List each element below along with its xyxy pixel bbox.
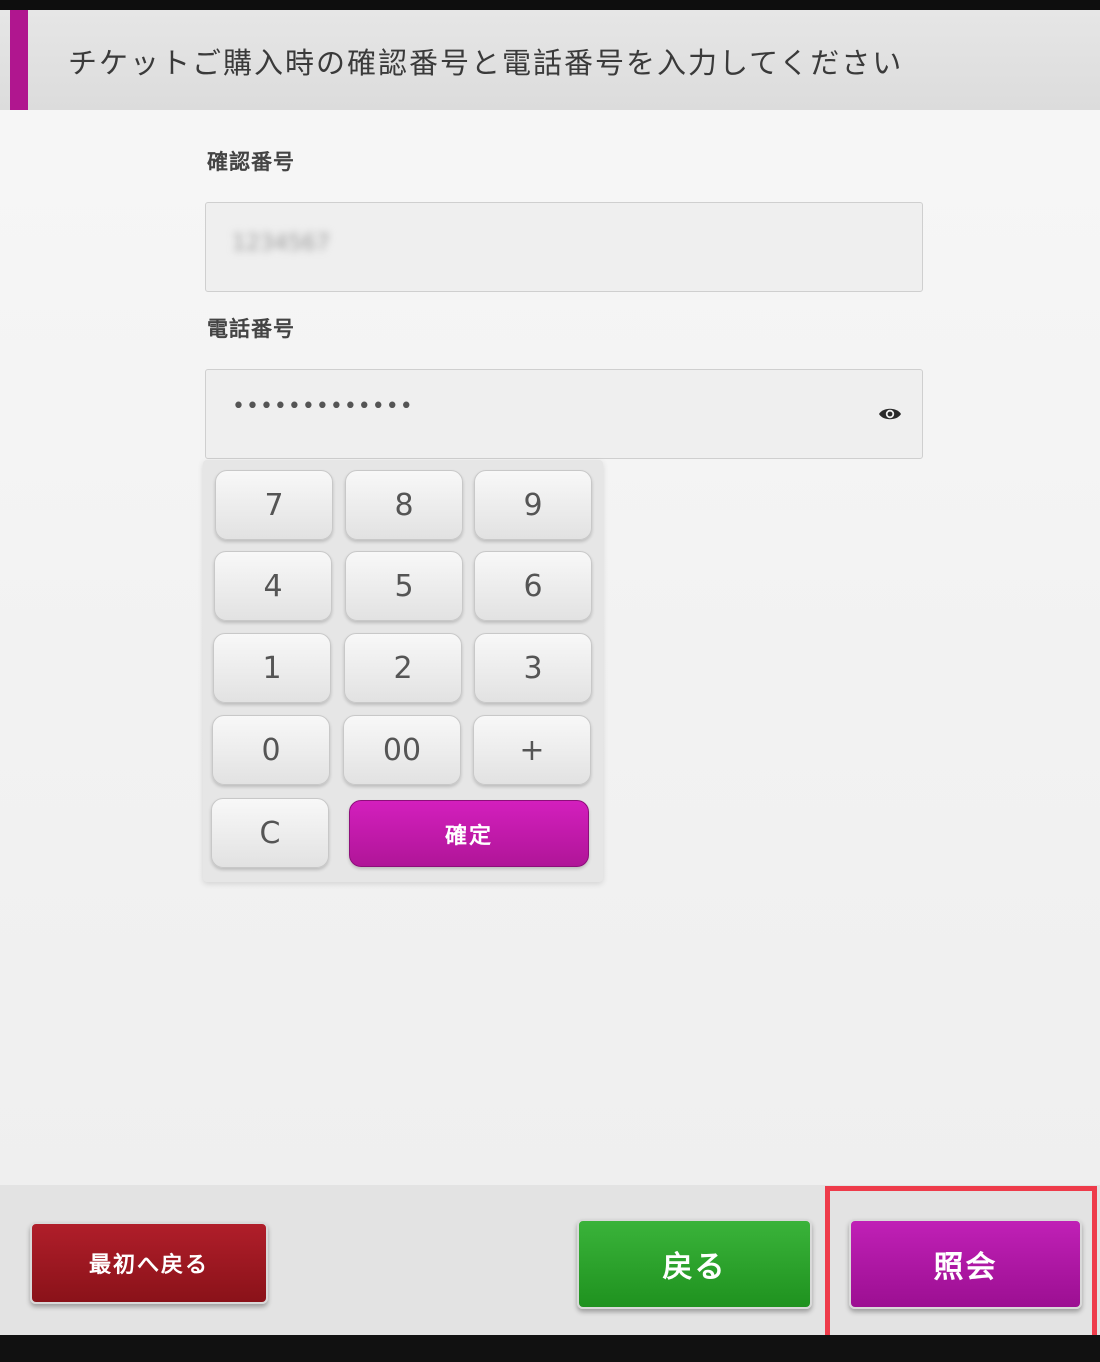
key-6[interactable]: 6: [474, 551, 592, 621]
confirmation-number-input[interactable]: 1234567: [205, 202, 923, 292]
eye-icon[interactable]: [878, 404, 902, 424]
key-plus[interactable]: +: [473, 715, 591, 785]
phone-number-masked-value: •••••••••••••: [232, 394, 414, 419]
bottom-bezel: [0, 1335, 1100, 1362]
key-00[interactable]: 00: [343, 715, 461, 785]
confirmation-number-label: 確認番号: [207, 150, 295, 174]
key-8[interactable]: 8: [345, 470, 463, 540]
top-bezel: [0, 0, 1100, 10]
header: チケットご購入時の確認番号と電話番号を入力してください: [0, 10, 1100, 110]
key-0[interactable]: 0: [212, 715, 330, 785]
key-3[interactable]: 3: [474, 633, 592, 703]
numeric-keypad: 7 8 9 4 5 6 1 2 3 0 00 + C 確定: [203, 460, 603, 882]
key-7[interactable]: 7: [215, 470, 333, 540]
key-5[interactable]: 5: [345, 551, 463, 621]
kiosk-screen: チケットご購入時の確認番号と電話番号を入力してください 確認番号 1234567…: [0, 0, 1100, 1362]
keypad-confirm-button[interactable]: 確定: [349, 800, 589, 867]
key-clear[interactable]: C: [211, 798, 329, 868]
phone-number-input[interactable]: •••••••••••••: [205, 369, 923, 459]
key-1[interactable]: 1: [213, 633, 331, 703]
key-4[interactable]: 4: [214, 551, 332, 621]
phone-number-label: 電話番号: [207, 317, 295, 341]
return-to-start-button[interactable]: 最初へ戻る: [30, 1222, 268, 1304]
confirmation-number-value: 1234567: [232, 231, 330, 256]
page-title: チケットご購入時の確認番号と電話番号を入力してください: [68, 46, 904, 80]
key-2[interactable]: 2: [344, 633, 462, 703]
header-accent-bar: [10, 10, 28, 110]
key-9[interactable]: 9: [474, 470, 592, 540]
back-button[interactable]: 戻る: [577, 1219, 812, 1309]
highlight-annotation: [825, 1186, 1097, 1346]
